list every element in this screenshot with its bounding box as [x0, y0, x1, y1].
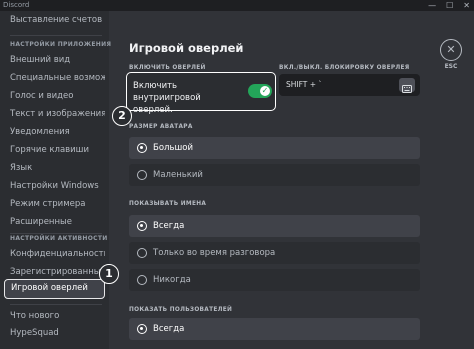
radio-label: Всегда: [153, 221, 185, 231]
check-icon: ✓: [260, 86, 270, 96]
close-settings-button[interactable]: ✕: [440, 39, 462, 61]
avatar-size-heading: РАЗМЕР АВАТАРА: [129, 124, 193, 130]
step-badge-2: 2: [112, 106, 132, 126]
radio-names-never[interactable]: Никогда: [129, 269, 420, 291]
radio-selected-icon: [137, 143, 147, 153]
sidebar-item-windows-settings[interactable]: Настройки Windows: [4, 177, 105, 195]
settings-content: Игровой оверлей ВКЛЮЧИТЬ ОВЕРЛЕЙ ВКЛ./ВЫ…: [109, 11, 474, 349]
radio-names-speaking[interactable]: Только во время разговора: [129, 242, 420, 264]
sidebar-item-accessibility[interactable]: Специальные возмож...: [4, 69, 105, 87]
radio-label: Большой: [153, 143, 193, 153]
sidebar-item-hypesquad[interactable]: HypeSquad: [4, 324, 105, 342]
sidebar-item-keybinds[interactable]: Горячие клавиши: [4, 141, 105, 159]
sidebar-heading-activity: НАСТРОЙКИ АКТИВНОСТИ: [10, 235, 108, 242]
esc-label: ESC: [444, 63, 458, 70]
enable-overlay-heading: ВКЛЮЧИТЬ ОВЕРЛЕЙ: [129, 65, 206, 71]
sidebar-item-streamer-mode[interactable]: Режим стримера: [4, 195, 105, 213]
sidebar-divider: [10, 35, 102, 36]
title-bar: Discord — ☐ ✕: [0, 0, 474, 11]
radio-avatar-large[interactable]: Большой: [129, 137, 420, 159]
show-names-heading: ПОКАЗЫВАТЬ ИМЕНА: [129, 201, 207, 207]
sidebar-divider: [10, 233, 102, 234]
enable-overlay-row: Включить внутриигровой оверлей. ✓: [126, 72, 276, 115]
radio-label: Никогда: [153, 275, 191, 285]
keybind-value: SHIFT + `: [286, 80, 323, 89]
sidebar-item-appearance[interactable]: Внешний вид: [4, 51, 105, 69]
radio-label: Только во время разговора: [153, 248, 276, 258]
sidebar-item-text-images[interactable]: Текст и изображения: [4, 105, 105, 123]
radio-selected-icon: [137, 324, 147, 334]
close-icon[interactable]: ✕: [463, 0, 470, 11]
radio-users-always[interactable]: Всегда: [129, 318, 420, 340]
keyboard-icon[interactable]: [399, 78, 415, 93]
sidebar-item-whats-new[interactable]: Что нового: [4, 307, 105, 325]
sidebar-item-activity-privacy[interactable]: Конфиденциальность...: [4, 245, 105, 263]
radio-label: Всегда: [153, 324, 185, 334]
minimize-icon[interactable]: —: [428, 0, 436, 11]
radio-selected-icon: [137, 221, 147, 231]
enable-overlay-text: Включить внутриигровой оверлей.: [133, 81, 201, 115]
app-title: Discord: [3, 1, 30, 9]
sidebar-item-voice-video[interactable]: Голос и видео: [4, 87, 105, 105]
sidebar-item-language[interactable]: Язык: [4, 159, 105, 177]
overlay-toggle[interactable]: ✓: [248, 84, 272, 98]
radio-empty-icon: [137, 275, 147, 285]
keybind-heading: ВКЛ./ВЫКЛ. БЛОКИРОВКУ ОВЕРЛЕЯ: [279, 65, 410, 71]
sidebar-item-notifications[interactable]: Уведомления: [4, 123, 105, 141]
show-users-heading: ПОКАЗАТЬ ПОЛЬЗОВАТЕЛЕЙ: [129, 307, 233, 313]
radio-label: Маленький: [153, 170, 203, 180]
radio-empty-icon: [137, 248, 147, 258]
window-controls: — ☐ ✕: [428, 0, 470, 11]
page-title: Игровой оверлей: [129, 41, 244, 55]
keybind-field[interactable]: SHIFT + `: [279, 74, 420, 96]
close-icon: ✕: [446, 43, 456, 56]
maximize-icon[interactable]: ☐: [446, 0, 453, 11]
sidebar-item-billing[interactable]: Выставление счетов: [4, 11, 105, 29]
sidebar-item-advanced[interactable]: Расширенные: [4, 213, 105, 231]
radio-empty-icon: [137, 170, 147, 180]
radio-names-always[interactable]: Всегда: [129, 215, 420, 237]
sidebar-divider: [10, 304, 102, 305]
sidebar-heading-app: НАСТРОЙКИ ПРИЛОЖЕНИЯ: [10, 41, 112, 48]
sidebar-item-game-overlay[interactable]: Игровой оверлей: [4, 279, 105, 299]
settings-sidebar: Выставление счетов НАСТРОЙКИ ПРИЛОЖЕНИЯ …: [0, 11, 112, 349]
radio-avatar-small[interactable]: Маленький: [129, 164, 420, 186]
